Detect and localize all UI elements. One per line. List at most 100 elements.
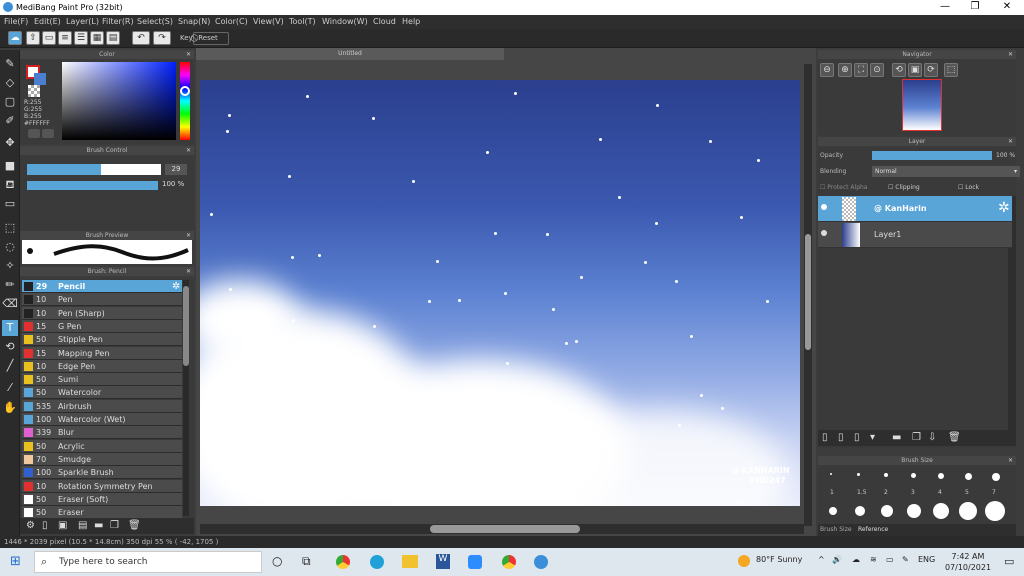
edge-icon[interactable]	[370, 555, 384, 569]
brush-list-item[interactable]: 15 G Pen	[22, 319, 182, 333]
new-halftone-layer-icon[interactable]: ▯	[838, 432, 844, 443]
panel-close-icon[interactable]: ✕	[186, 146, 191, 155]
protect-alpha-checkbox[interactable]: ☐ Protect Alpha	[820, 184, 867, 191]
redo-icon[interactable]: ↷	[153, 31, 171, 45]
menu-cloud[interactable]: Cloud	[373, 17, 396, 26]
new-layer-8bit-icon[interactable]: ▯	[854, 432, 860, 443]
pen-tray-icon[interactable]: ✎	[902, 555, 909, 564]
chrome-profile-icon[interactable]	[502, 555, 516, 569]
panel-close-icon[interactable]: ✕	[186, 231, 191, 240]
bucket-icon[interactable]: ⛾	[2, 177, 18, 193]
panel-close-icon[interactable]: ✕	[186, 50, 191, 59]
cloud-icon[interactable]: ☁	[8, 31, 22, 45]
tray-chevron-icon[interactable]: ^	[818, 555, 825, 564]
transparent-swatch[interactable]	[28, 85, 40, 97]
brush-size-dot[interactable]	[965, 473, 972, 480]
saturation-value-picker[interactable]	[62, 62, 176, 140]
menu-view[interactable]: View(V)	[253, 17, 284, 26]
brush-list-item[interactable]: 50 Sumi	[22, 373, 182, 387]
clock[interactable]: 7:42 AM 07/10/2021	[944, 551, 992, 573]
operation-icon[interactable]: ⟲	[2, 339, 18, 355]
maximize-button[interactable]: ❐	[960, 1, 990, 12]
list-icon[interactable]: ≡	[58, 31, 72, 45]
brush-list-item[interactable]: 10 Pen	[22, 293, 182, 307]
close-button[interactable]: ✕	[992, 1, 1022, 12]
brush-size-value[interactable]: 29	[165, 164, 187, 175]
brush-size-dot[interactable]	[884, 473, 888, 477]
color-add-icon[interactable]	[28, 129, 40, 138]
menu-icon[interactable]: ☰	[74, 31, 88, 45]
menu-tool[interactable]: Tool(T)	[289, 17, 316, 26]
wifi-icon[interactable]: ≋	[870, 555, 877, 564]
secondary-color-swatch[interactable]	[34, 73, 46, 85]
brush-import-icon[interactable]: ▣	[58, 520, 67, 531]
comment-icon[interactable]: ▭	[42, 31, 56, 45]
gradient-icon[interactable]: ▭	[2, 196, 18, 212]
brush-list-item[interactable]: 535 Airbrush	[22, 399, 182, 413]
brush-list-item[interactable]: 100 Watercolor (Wet)	[22, 413, 182, 426]
menu-window[interactable]: Window(W)	[322, 17, 368, 26]
menu-help[interactable]: Help	[402, 17, 420, 26]
lasso-icon[interactable]: ◌	[2, 239, 18, 255]
rotate-right-icon[interactable]: ⟳	[924, 63, 938, 77]
fill-rect-icon[interactable]: ■	[2, 158, 18, 174]
eyedropper-icon[interactable]: ⁄	[2, 380, 18, 396]
blending-select[interactable]: Normal ▾	[872, 166, 1020, 177]
language-indicator[interactable]: ENG	[918, 555, 935, 564]
visibility-icon[interactable]	[821, 204, 827, 210]
export-icon[interactable]: ▤	[106, 31, 120, 45]
battery-icon[interactable]: ▭	[886, 555, 894, 564]
brush-size-dot[interactable]	[857, 473, 860, 476]
drawing-canvas[interactable]: @ KANHARIN #HD247	[200, 80, 800, 506]
taskbar-search[interactable]: ⌕ Type here to search	[34, 551, 262, 573]
divide-icon[interactable]: ╱	[2, 358, 18, 374]
brush-list-scroll-thumb[interactable]	[183, 286, 189, 366]
brush-list-item[interactable]: 50 Acrylic	[22, 439, 182, 453]
brush-list-item[interactable]: 10 Edge Pen	[22, 359, 182, 373]
lock-checkbox[interactable]: ☐ Lock	[958, 184, 979, 191]
brush-duplicate-icon[interactable]: ❐	[110, 520, 119, 531]
hue-handle[interactable]	[180, 86, 190, 96]
color-picker-icon[interactable]	[42, 129, 54, 138]
folder-icon[interactable]: ▬	[892, 432, 901, 443]
zoom-out-icon[interactable]: ⊖	[820, 63, 834, 77]
canvas-hscroll-thumb[interactable]	[430, 525, 580, 533]
weather-text[interactable]: 80°F Sunny	[756, 555, 802, 564]
clipping-checkbox[interactable]: ☐ Clipping	[888, 184, 920, 191]
brush-size-preset[interactable]	[881, 505, 893, 517]
tab-brush-size[interactable]: Brush Size	[820, 526, 852, 533]
zoom-icon[interactable]	[468, 555, 482, 569]
brush-size-preset[interactable]	[829, 507, 837, 515]
menu-layer[interactable]: Layer(L)	[66, 17, 99, 26]
brush-list-item[interactable]: 15 Mapping Pen	[22, 346, 182, 360]
fit-icon[interactable]: ⛶	[854, 63, 868, 77]
undo-icon[interactable]: ↶	[132, 31, 150, 45]
brush-add-icon[interactable]: ⚙	[26, 520, 35, 531]
new-layer-icon[interactable]: ▯	[822, 432, 828, 443]
brush-list-item[interactable]: 100 Sparkle Brush	[22, 466, 182, 480]
brush-size-preset[interactable]	[985, 501, 1005, 521]
brush-copy-icon[interactable]: ▤	[78, 520, 87, 531]
panel-close-icon[interactable]: ✕	[1008, 50, 1013, 59]
tab-reference[interactable]: Reference	[858, 526, 888, 533]
menu-edit[interactable]: Edit(E)	[34, 17, 61, 26]
zoom-in-icon[interactable]: ⊕	[838, 63, 852, 77]
cortana-icon[interactable]: ○	[272, 554, 282, 568]
brush-list-item[interactable]: 50 Stipple Pen	[22, 333, 182, 347]
brush-opacity-slider[interactable]	[27, 181, 158, 190]
rectangle-select-icon[interactable]: ▢	[2, 94, 18, 110]
gear-icon[interactable]: ✲	[998, 200, 1010, 216]
delete-layer-icon[interactable]: 🗑	[948, 432, 961, 443]
actual-size-icon[interactable]: ⊙	[870, 63, 884, 77]
canvas-vscroll-thumb[interactable]	[805, 234, 811, 350]
minimize-button[interactable]: —	[930, 1, 960, 12]
panel-close-icon[interactable]: ✕	[1008, 456, 1013, 465]
brush-size-dot[interactable]	[938, 473, 944, 479]
eraser-icon[interactable]: ◇	[2, 75, 18, 91]
task-view-icon[interactable]: ⧉	[302, 554, 311, 569]
brush-icon[interactable]: ✎	[2, 56, 18, 72]
brush-new-icon[interactable]: ▯	[42, 520, 48, 531]
brush-size-preset[interactable]	[959, 502, 977, 520]
brush-list-item[interactable]: 50 Watercolor	[22, 386, 182, 400]
duplicate-icon[interactable]: ❐	[912, 432, 921, 443]
